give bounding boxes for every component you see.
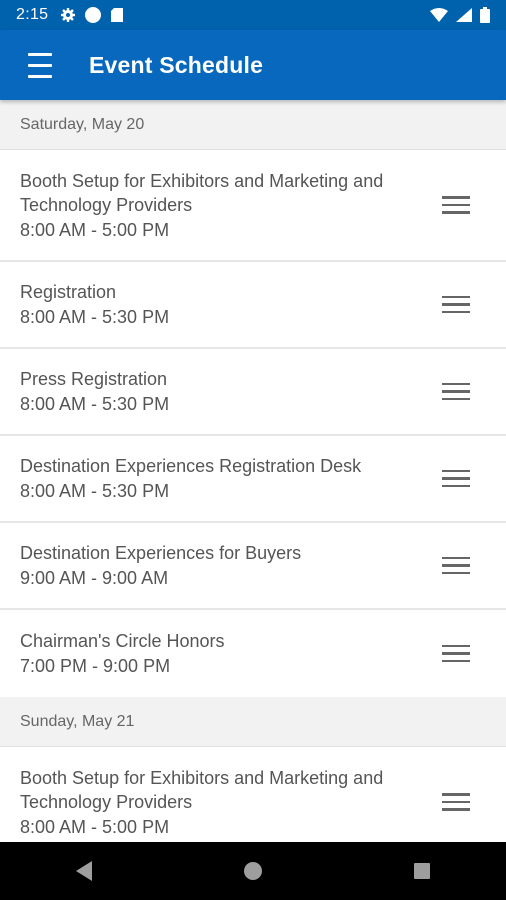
event-item[interactable]: Destination Experiences Registration Des… xyxy=(0,436,506,523)
event-item[interactable]: Booth Setup for Exhibitors and Marketing… xyxy=(0,747,506,842)
recents-icon xyxy=(413,863,430,879)
status-bar: 2:15 xyxy=(0,0,506,30)
signal-icon xyxy=(456,8,472,22)
day-header: Sunday, May 21 xyxy=(0,697,506,747)
back-button[interactable] xyxy=(54,842,114,900)
event-time: 9:00 AM - 9:00 AM xyxy=(20,568,169,588)
day-header: Saturday, May 20 xyxy=(0,100,506,150)
event-time: 7:00 PM - 9:00 PM xyxy=(20,656,171,676)
event-title: Press Registration xyxy=(20,369,168,389)
drag-handle-icon[interactable] xyxy=(442,196,470,214)
recents-button[interactable] xyxy=(392,842,452,900)
navigation-bar xyxy=(0,842,506,900)
wifi-icon xyxy=(430,8,448,22)
event-title: Chairman's Circle Honors xyxy=(20,631,225,651)
circle-icon xyxy=(85,7,102,23)
event-title: Registration xyxy=(20,282,117,302)
menu-button[interactable] xyxy=(0,30,80,100)
event-time: 8:00 AM - 5:00 PM xyxy=(20,219,170,240)
event-title: Destination Experiences for Buyers xyxy=(20,543,302,563)
event-time: 8:00 AM - 5:30 PM xyxy=(20,394,170,414)
event-time: 8:00 AM - 5:00 PM xyxy=(20,816,170,837)
event-item[interactable]: Booth Setup for Exhibitors and Marketing… xyxy=(0,150,506,262)
gear-icon xyxy=(61,8,76,22)
status-time: 2:15 xyxy=(16,6,49,23)
drag-handle-icon[interactable] xyxy=(442,556,470,575)
event-time: 8:00 AM - 5:30 PM xyxy=(20,307,170,327)
drag-handle-icon[interactable] xyxy=(442,644,470,663)
event-item[interactable]: Destination Experiences for Buyers 9:00 … xyxy=(0,523,506,610)
battery-icon xyxy=(480,7,490,23)
home-button[interactable] xyxy=(223,842,283,900)
hamburger-menu-icon xyxy=(28,49,52,82)
home-icon xyxy=(243,862,262,880)
drag-handle-icon[interactable] xyxy=(442,469,470,488)
app-bar: Event Schedule xyxy=(0,30,506,100)
event-item[interactable]: Press Registration 8:00 AM - 5:30 PM xyxy=(0,349,506,436)
drag-handle-icon[interactable] xyxy=(442,382,470,401)
event-time: 8:00 AM - 5:30 PM xyxy=(20,481,170,501)
page-title: Event Schedule xyxy=(89,51,264,78)
drag-handle-icon[interactable] xyxy=(442,295,470,314)
event-item[interactable]: Chairman's Circle Honors 7:00 PM - 9:00 … xyxy=(0,610,506,697)
sd-card-icon xyxy=(111,8,124,22)
event-title: Booth Setup for Exhibitors and Marketing… xyxy=(20,170,384,215)
event-item[interactable]: Registration 8:00 AM - 5:30 PM xyxy=(0,262,506,349)
event-title: Booth Setup for Exhibitors and Marketing… xyxy=(20,767,384,812)
schedule-list[interactable]: Saturday, May 20 Booth Setup for Exhibit… xyxy=(0,100,506,842)
drag-handle-icon[interactable] xyxy=(442,793,470,811)
event-title: Destination Experiences Registration Des… xyxy=(20,456,362,476)
back-icon xyxy=(76,861,93,881)
